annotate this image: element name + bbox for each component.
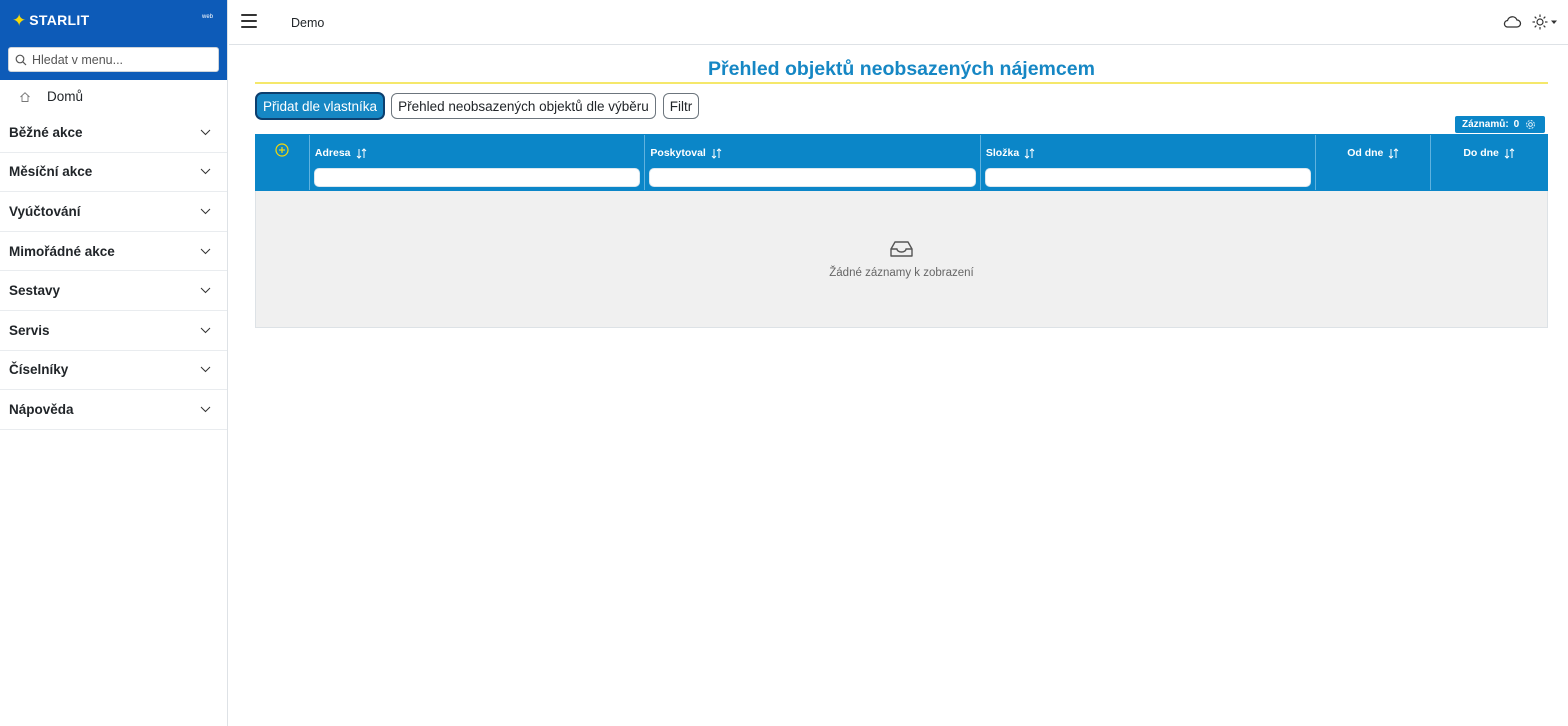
sort-icon xyxy=(1504,147,1515,159)
chevron-down-icon xyxy=(200,327,211,333)
menu-search-input[interactable] xyxy=(32,52,212,67)
records-label: Záznamů: xyxy=(1462,119,1509,130)
title-divider xyxy=(255,82,1548,84)
chevron-down-icon xyxy=(200,287,211,294)
add-column xyxy=(256,135,310,190)
column-od-dne: Od dne xyxy=(1316,135,1432,190)
sidebar-item-ciselniky[interactable]: Číselníky xyxy=(0,351,227,391)
sidebar-item-label: Mimořádné akce xyxy=(9,243,115,259)
column-header-od-dne[interactable]: Od dne xyxy=(1316,147,1430,159)
table-header: Adresa Poskytoval Složka Od dne Do dne xyxy=(255,134,1548,191)
data-table: Adresa Poskytoval Složka Od dne Do dne Ž… xyxy=(255,134,1548,328)
chevron-down-icon xyxy=(200,169,211,175)
menu-search xyxy=(0,40,227,80)
sun-icon xyxy=(1532,14,1548,30)
column-label: Poskytoval xyxy=(650,147,706,159)
column-label: Do dne xyxy=(1463,147,1499,159)
chevron-down-icon xyxy=(200,129,211,136)
brand-subtitle: web xyxy=(201,14,213,20)
column-header-slozka[interactable]: Složka xyxy=(986,147,1035,159)
filter-input-slozka[interactable] xyxy=(984,168,1312,187)
column-label: Složka xyxy=(985,147,1020,159)
add-by-owner-button[interactable]: Přidat dle vlastníka xyxy=(256,93,385,119)
sidebar-item-label: Vyúčtování xyxy=(9,203,81,219)
filter-input-adresa[interactable] xyxy=(313,168,641,187)
chevron-down-icon xyxy=(200,406,211,413)
sidebar-item-label: Měsíční akce xyxy=(9,164,93,180)
sidebar-item-servis[interactable]: Servis xyxy=(0,311,227,351)
overview-selection-button[interactable]: Přehled neobsazených objektů dle výběru xyxy=(391,93,656,119)
star-icon: ✦ xyxy=(12,10,27,30)
inbox-icon xyxy=(890,241,913,257)
sort-icon xyxy=(1389,147,1399,159)
topbar: Demo xyxy=(229,0,1568,45)
column-header-poskytoval[interactable]: Poskytoval xyxy=(650,147,722,159)
sidebar-item-mimoradne-akce[interactable]: Mimořádné akce xyxy=(0,232,227,272)
column-header-adresa[interactable]: Adresa xyxy=(315,147,367,159)
column-do-dne: Do dne xyxy=(1431,135,1547,190)
chevron-down-icon xyxy=(200,208,211,215)
table-body-empty: Žádné záznamy k zobrazení xyxy=(255,191,1548,328)
filter-input-poskytoval[interactable] xyxy=(649,168,976,187)
sort-icon xyxy=(1024,147,1035,159)
sidebar-item-bezne-akce[interactable]: Běžné akce xyxy=(0,113,227,153)
sidebar: ✦ STARLIT web Domů Běžné akce Měsíční ak… xyxy=(0,0,228,726)
add-circle-icon[interactable] xyxy=(275,143,289,157)
empty-state-text: Žádné záznamy k zobrazení xyxy=(829,267,974,279)
home-icon xyxy=(20,91,30,102)
records-count: 0 xyxy=(1513,119,1520,130)
column-label: Od dne xyxy=(1347,147,1384,159)
sidebar-item-label: Servis xyxy=(9,322,50,338)
column-slozka: Složka xyxy=(981,135,1317,190)
theme-toggle[interactable] xyxy=(1532,14,1558,30)
sidebar-item-label: Sestavy xyxy=(9,283,61,299)
toolbar: Přidat dle vlastníka Přehled neobsazenýc… xyxy=(256,93,700,119)
sidebar-item-label: Číselníky xyxy=(9,362,69,378)
sidebar-item-label: Nápověda xyxy=(9,401,74,417)
sidebar-item-mesicni-akce[interactable]: Měsíční akce xyxy=(0,153,227,193)
sidebar-item-home[interactable]: Domů xyxy=(0,80,227,113)
cloud-icon[interactable] xyxy=(1502,14,1522,30)
chevron-down-icon xyxy=(200,367,211,373)
topbar-title: Demo xyxy=(291,16,325,30)
search-icon xyxy=(15,54,27,65)
gear-icon[interactable] xyxy=(1525,119,1536,130)
column-label: Adresa xyxy=(314,147,351,159)
column-poskytoval: Poskytoval xyxy=(645,135,981,190)
records-count-badge[interactable]: Záznamů: 0 xyxy=(1455,116,1545,133)
sidebar-item-sestavy[interactable]: Sestavy xyxy=(0,271,227,311)
chevron-down-icon xyxy=(200,248,211,254)
menu-search-box xyxy=(8,47,219,72)
sort-icon xyxy=(711,147,722,159)
sidebar-item-home-label: Domů xyxy=(47,89,84,104)
column-header-do-dne[interactable]: Do dne xyxy=(1431,147,1547,159)
caret-down-icon xyxy=(1551,20,1557,24)
menu-icon[interactable] xyxy=(241,14,257,28)
column-adresa: Adresa xyxy=(310,135,646,190)
brand-logo[interactable]: ✦ STARLIT web xyxy=(0,0,227,40)
brand-name: STARLIT xyxy=(29,12,90,28)
sidebar-item-vyuctovani[interactable]: Vyúčtování xyxy=(0,192,227,232)
sidebar-item-label: Běžné akce xyxy=(9,124,83,140)
sort-icon xyxy=(356,147,366,159)
sidebar-item-napoveda[interactable]: Nápověda xyxy=(0,390,227,430)
page-title: Přehled objektů neobsazených nájemcem xyxy=(708,58,1095,80)
filter-button[interactable]: Filtr xyxy=(662,93,700,119)
